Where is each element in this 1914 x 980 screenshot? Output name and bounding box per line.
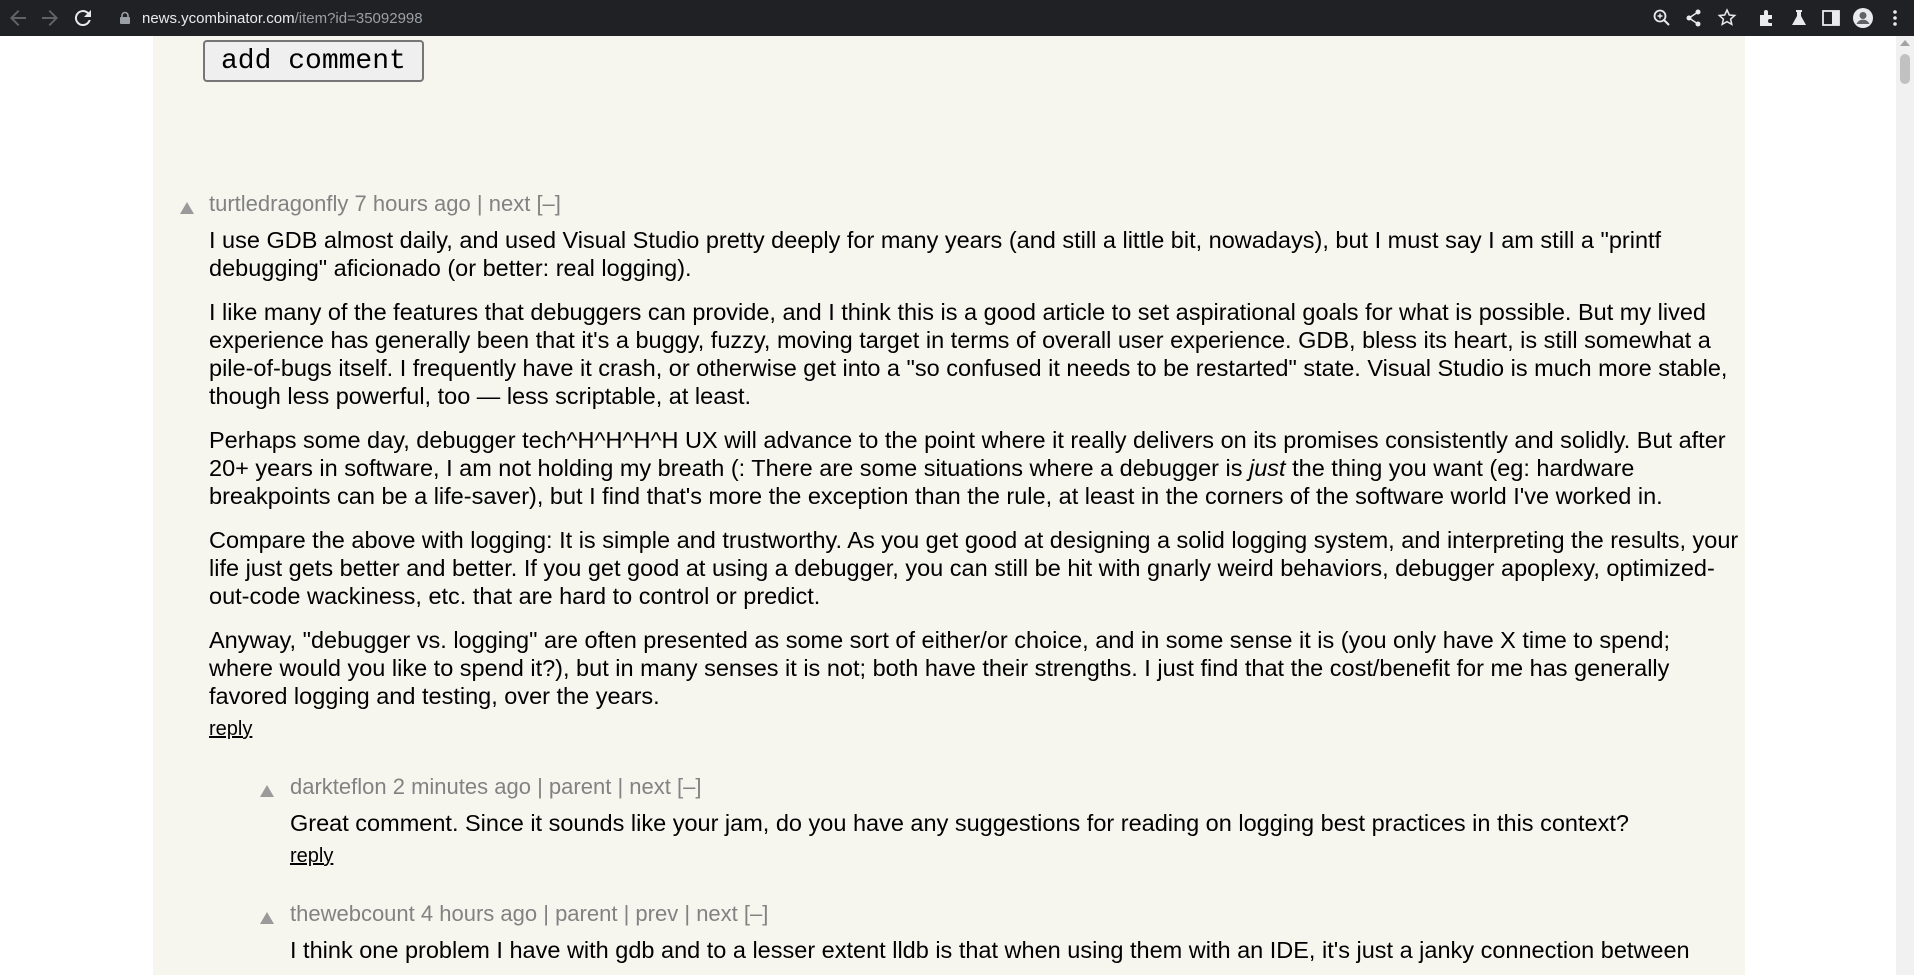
add-comment-button[interactable]: add comment bbox=[203, 40, 424, 82]
comment-age[interactable]: 4 hours ago bbox=[421, 901, 537, 926]
separator: | bbox=[476, 191, 483, 216]
address-bar[interactable]: news.ycombinator.com/item?id=35092998 bbox=[118, 5, 423, 31]
comment-paragraph: Anyway, "debugger vs. logging" are often… bbox=[209, 627, 1670, 709]
reply-link[interactable]: reply bbox=[209, 718, 252, 740]
upvote-arrow-icon[interactable] bbox=[259, 783, 275, 799]
comment-user[interactable]: turtledragonfly bbox=[209, 191, 348, 216]
url-domain: news.ycombinator.com bbox=[142, 9, 295, 27]
comment-prev-link[interactable]: prev bbox=[635, 901, 678, 926]
comment-toggle[interactable]: [–] bbox=[536, 191, 560, 216]
emphasis-text: just bbox=[1249, 455, 1286, 481]
page-viewport: add comment turtledragonfly 7 hours ago … bbox=[0, 36, 1914, 975]
comment-paragraph: I think one problem I have with gdb and … bbox=[290, 937, 1690, 963]
scrollbar[interactable] bbox=[1896, 36, 1914, 975]
comment-text: I think one problem I have with gdb and … bbox=[290, 936, 1739, 964]
comment-header: darkteflon 2 minutes ago | parent | next… bbox=[290, 774, 1739, 800]
separator: | bbox=[543, 901, 549, 926]
extensions-icon[interactable] bbox=[1756, 7, 1778, 29]
lock-icon[interactable] bbox=[118, 11, 132, 25]
forward-icon[interactable] bbox=[38, 6, 62, 30]
labs-icon[interactable] bbox=[1788, 7, 1810, 29]
hn-content: add comment turtledragonfly 7 hours ago … bbox=[153, 36, 1745, 975]
comment-header: turtledragonfly 7 hours ago | next [–] bbox=[209, 191, 1739, 217]
comment-paragraph: Compare the above with logging: It is si… bbox=[209, 527, 1739, 609]
comment-parent-link[interactable]: parent bbox=[549, 774, 611, 799]
upvote-arrow-icon[interactable] bbox=[259, 910, 275, 926]
zoom-icon[interactable] bbox=[1651, 7, 1673, 29]
back-icon[interactable] bbox=[6, 6, 30, 30]
url-path: /item?id=35092998 bbox=[294, 9, 423, 27]
comment-user[interactable]: thewebcount bbox=[290, 901, 415, 926]
scrollbar-thumb[interactable] bbox=[1900, 54, 1910, 84]
comment-text: I use GDB almost daily, and used Visual … bbox=[209, 226, 1739, 710]
comment-age[interactable]: 7 hours ago bbox=[355, 191, 471, 216]
url-text[interactable]: news.ycombinator.com/item?id=35092998 bbox=[142, 10, 423, 27]
menu-icon[interactable] bbox=[1884, 7, 1906, 29]
scroll-up-icon[interactable] bbox=[1900, 40, 1910, 46]
separator: | bbox=[684, 901, 691, 926]
comment-parent-link[interactable]: parent bbox=[555, 901, 617, 926]
comment-next-link[interactable]: next bbox=[696, 901, 738, 926]
comment-next-link[interactable]: next bbox=[629, 774, 671, 799]
comment-toggle[interactable]: [–] bbox=[744, 901, 768, 926]
reply-link[interactable]: reply bbox=[290, 845, 333, 867]
separator: | bbox=[623, 901, 630, 926]
share-icon[interactable] bbox=[1683, 7, 1705, 29]
comment-paragraph: Great comment. Since it sounds like your… bbox=[290, 810, 1629, 836]
separator: | bbox=[617, 774, 624, 799]
star-icon[interactable] bbox=[1716, 7, 1738, 29]
upvote-arrow-icon[interactable] bbox=[179, 200, 195, 216]
comment-text: Great comment. Since it sounds like your… bbox=[290, 809, 1739, 837]
comment-user[interactable]: darkteflon bbox=[290, 774, 387, 799]
comment-header: thewebcount 4 hours ago | parent | prev … bbox=[290, 901, 1739, 927]
comment-toggle[interactable]: [–] bbox=[677, 774, 701, 799]
comment-next-link[interactable]: next bbox=[489, 191, 531, 216]
comment-paragraph: Perhaps some day, debugger tech^H^H^H^H … bbox=[209, 426, 1739, 510]
profile-icon[interactable] bbox=[1852, 7, 1874, 29]
comment-paragraph: I use GDB almost daily, and used Visual … bbox=[209, 227, 1662, 281]
separator: | bbox=[537, 774, 543, 799]
sidepanel-icon[interactable] bbox=[1820, 7, 1842, 29]
comment-paragraph: I like many of the features that debugge… bbox=[209, 299, 1728, 409]
browser-toolbar: news.ycombinator.com/item?id=35092998 bbox=[0, 0, 1914, 36]
reload-icon[interactable] bbox=[71, 6, 95, 30]
comment-age[interactable]: 2 minutes ago bbox=[393, 774, 531, 799]
